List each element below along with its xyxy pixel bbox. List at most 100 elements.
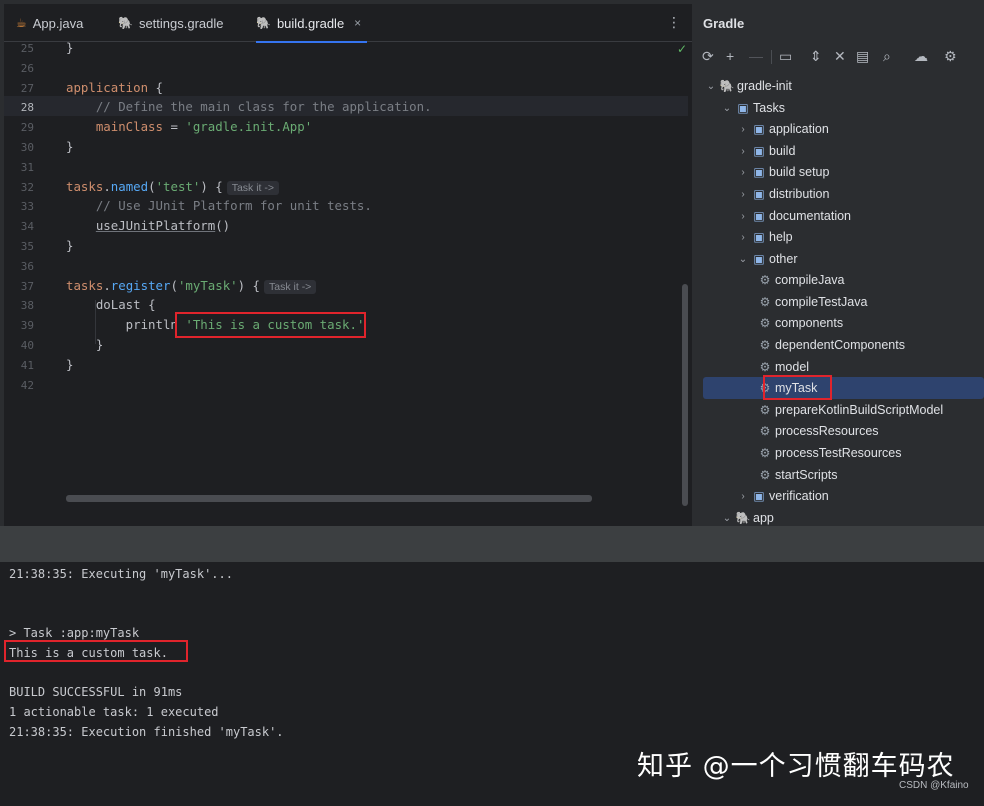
tree-node-label: processTestResources xyxy=(775,446,902,460)
offline-mode-icon[interactable]: ☁ xyxy=(914,48,928,65)
tree-node-gradle-init[interactable]: ⌄ 🐘 gradle-init xyxy=(703,75,792,97)
reload-icon[interactable]: ⟳ xyxy=(702,48,714,65)
gradle-tool-window: Gradle ⟳ + — ▭ ⇕ ✕ ▤ ⌕ ☁ ⚙ ⌄ 🐘 gradle-in… xyxy=(693,4,984,526)
inlay-hint[interactable]: Task it -> xyxy=(226,180,280,195)
gradle-file-icon: 🐘 xyxy=(118,16,133,30)
tree-node-label: startScripts xyxy=(775,468,838,482)
line-number: 31 xyxy=(20,160,34,174)
console-line: 1 actionable task: 1 executed xyxy=(9,705,219,719)
expand-all-icon[interactable]: ⇕ xyxy=(810,48,822,65)
code-line-30: } xyxy=(66,139,74,154)
chevron-right-icon[interactable]: › xyxy=(735,232,751,243)
code-editor[interactable]: ☕ App.java 🐘 settings.gradle 🐘 build.gra… xyxy=(4,4,692,526)
gear-icon: ⚙ xyxy=(759,338,771,352)
add-icon[interactable]: + xyxy=(726,48,734,64)
chevron-right-icon[interactable]: › xyxy=(735,189,751,200)
selected-row-highlight xyxy=(703,377,984,399)
collapse-all-icon[interactable]: ✕ xyxy=(834,48,846,65)
tree-task-components[interactable]: ⚙ components xyxy=(757,312,844,334)
tree-node-label: verification xyxy=(769,489,829,503)
chevron-right-icon[interactable]: › xyxy=(735,211,751,222)
tree-task-startscripts[interactable]: ⚙ startScripts xyxy=(757,464,838,486)
gradle-file-icon: 🐘 xyxy=(256,16,271,30)
tree-task-processresources[interactable]: ⚙ processResources xyxy=(757,420,879,442)
java-file-icon: ☕ xyxy=(16,16,27,30)
code-line-27: application { xyxy=(66,79,163,95)
tool-window-splitter[interactable] xyxy=(0,526,984,562)
code-line-40: } xyxy=(66,337,104,352)
line-number: 32 xyxy=(20,180,34,194)
gradle-settings-icon[interactable]: ⚙ xyxy=(944,48,957,65)
analyze-dependencies-icon[interactable]: ⌕ xyxy=(883,48,891,65)
close-tab-icon[interactable]: × xyxy=(354,16,361,30)
tree-node-label: model xyxy=(775,360,810,374)
gear-icon: ⚙ xyxy=(759,468,771,482)
chevron-right-icon[interactable]: › xyxy=(735,491,751,502)
chevron-right-icon[interactable]: › xyxy=(735,146,751,157)
folder-icon: ▣ xyxy=(753,165,765,179)
vertical-scrollbar[interactable] xyxy=(682,284,688,506)
toolbar-separator xyxy=(771,50,772,64)
console-line: BUILD SUCCESSFUL in 91ms xyxy=(9,685,183,699)
tab-label: settings.gradle xyxy=(138,15,224,31)
tree-task-compilejava[interactable]: ⚙ compileJava xyxy=(757,269,845,291)
chevron-right-icon[interactable]: › xyxy=(735,167,751,178)
tree-node-build-setup[interactable]: › ▣ build setup xyxy=(735,161,829,183)
tree-task-preparekotlinbuildscriptmodel[interactable]: ⚙ prepareKotlinBuildScriptModel xyxy=(757,399,944,421)
tree-task-compiletestjava[interactable]: ⚙ compileTestJava xyxy=(757,291,868,313)
line-number-current: 28 xyxy=(20,101,34,115)
tree-node-help[interactable]: › ▣ help xyxy=(735,226,792,248)
group-modules-icon[interactable]: ▤ xyxy=(856,48,869,65)
zhihu-watermark: 知乎 @一个习惯翻车码农 xyxy=(637,751,955,782)
console-line: 21:38:35: Executing 'myTask'... xyxy=(9,567,233,581)
folder-icon: ▣ xyxy=(753,144,765,158)
csdn-credit: CSDN @Kfaino xyxy=(899,780,969,791)
gear-icon: ⚙ xyxy=(759,446,771,460)
remove-icon[interactable]: — xyxy=(749,48,763,64)
line-number: 33 xyxy=(20,200,34,214)
chevron-down-icon[interactable]: ⌄ xyxy=(735,254,751,265)
chevron-down-icon[interactable]: ⌄ xyxy=(719,103,735,114)
line-number: 40 xyxy=(20,339,34,352)
no-problems-check-icon[interactable]: ✓ xyxy=(677,42,687,56)
folder-icon: ▣ xyxy=(753,209,765,223)
tab-settings-gradle[interactable]: 🐘 settings.gradle xyxy=(118,4,224,42)
line-number: 27 xyxy=(20,81,34,95)
tree-node-other[interactable]: ⌄ ▣ other xyxy=(735,248,798,270)
tree-node-label: compileJava xyxy=(775,273,845,287)
tree-node-documentation[interactable]: › ▣ documentation xyxy=(735,205,851,227)
inlay-hint[interactable]: Task it -> xyxy=(264,279,317,294)
gradle-panel-title: Gradle xyxy=(703,16,745,31)
tree-node-label: application xyxy=(769,122,829,136)
more-options-icon[interactable]: ⋮ xyxy=(667,14,681,31)
tree-node-distribution[interactable]: › ▣ distribution xyxy=(735,183,829,205)
line-number: 35 xyxy=(20,240,34,253)
line-number: 41 xyxy=(20,358,34,372)
tree-node-label: app xyxy=(753,511,774,525)
tree-node-tasks[interactable]: ⌄ ▣ Tasks xyxy=(719,97,785,119)
tree-node-application[interactable]: › ▣ application xyxy=(735,118,829,140)
line-number: 29 xyxy=(20,121,34,135)
code-line-33: // Use JUnit Platform for unit tests. xyxy=(66,198,372,214)
tree-node-label: gradle-init xyxy=(737,79,792,93)
code-line-28: // Define the main class for the applica… xyxy=(66,99,432,115)
tree-task-processtestresources[interactable]: ⚙ processTestResources xyxy=(757,442,902,464)
line-number: 42 xyxy=(20,378,34,392)
tree-node-label: build xyxy=(769,144,796,158)
tree-node-build[interactable]: › ▣ build xyxy=(735,140,795,162)
horizontal-scrollbar[interactable] xyxy=(66,495,592,502)
console-line: 21:38:35: Execution finished 'myTask'. xyxy=(9,725,284,739)
tree-node-verification[interactable]: › ▣ verification xyxy=(735,485,829,507)
chevron-down-icon[interactable]: ⌄ xyxy=(703,81,719,92)
line-number: 34 xyxy=(20,220,34,234)
chevron-right-icon[interactable]: › xyxy=(735,124,751,135)
tree-node-label: distribution xyxy=(769,187,830,201)
tab-label: build.gradle xyxy=(276,15,345,31)
tree-node-app[interactable]: ⌄ 🐘 app xyxy=(719,507,774,526)
tab-app-java[interactable]: ☕ App.java xyxy=(16,4,83,42)
tree-task-dependentcomponents[interactable]: ⚙ dependentComponents xyxy=(757,334,905,356)
tab-label: App.java xyxy=(32,15,84,31)
chevron-down-icon[interactable]: ⌄ xyxy=(719,513,735,524)
toggle-offline-icon[interactable]: ▭ xyxy=(779,48,792,65)
tab-build-gradle[interactable]: 🐘 build.gradle × xyxy=(256,4,368,43)
